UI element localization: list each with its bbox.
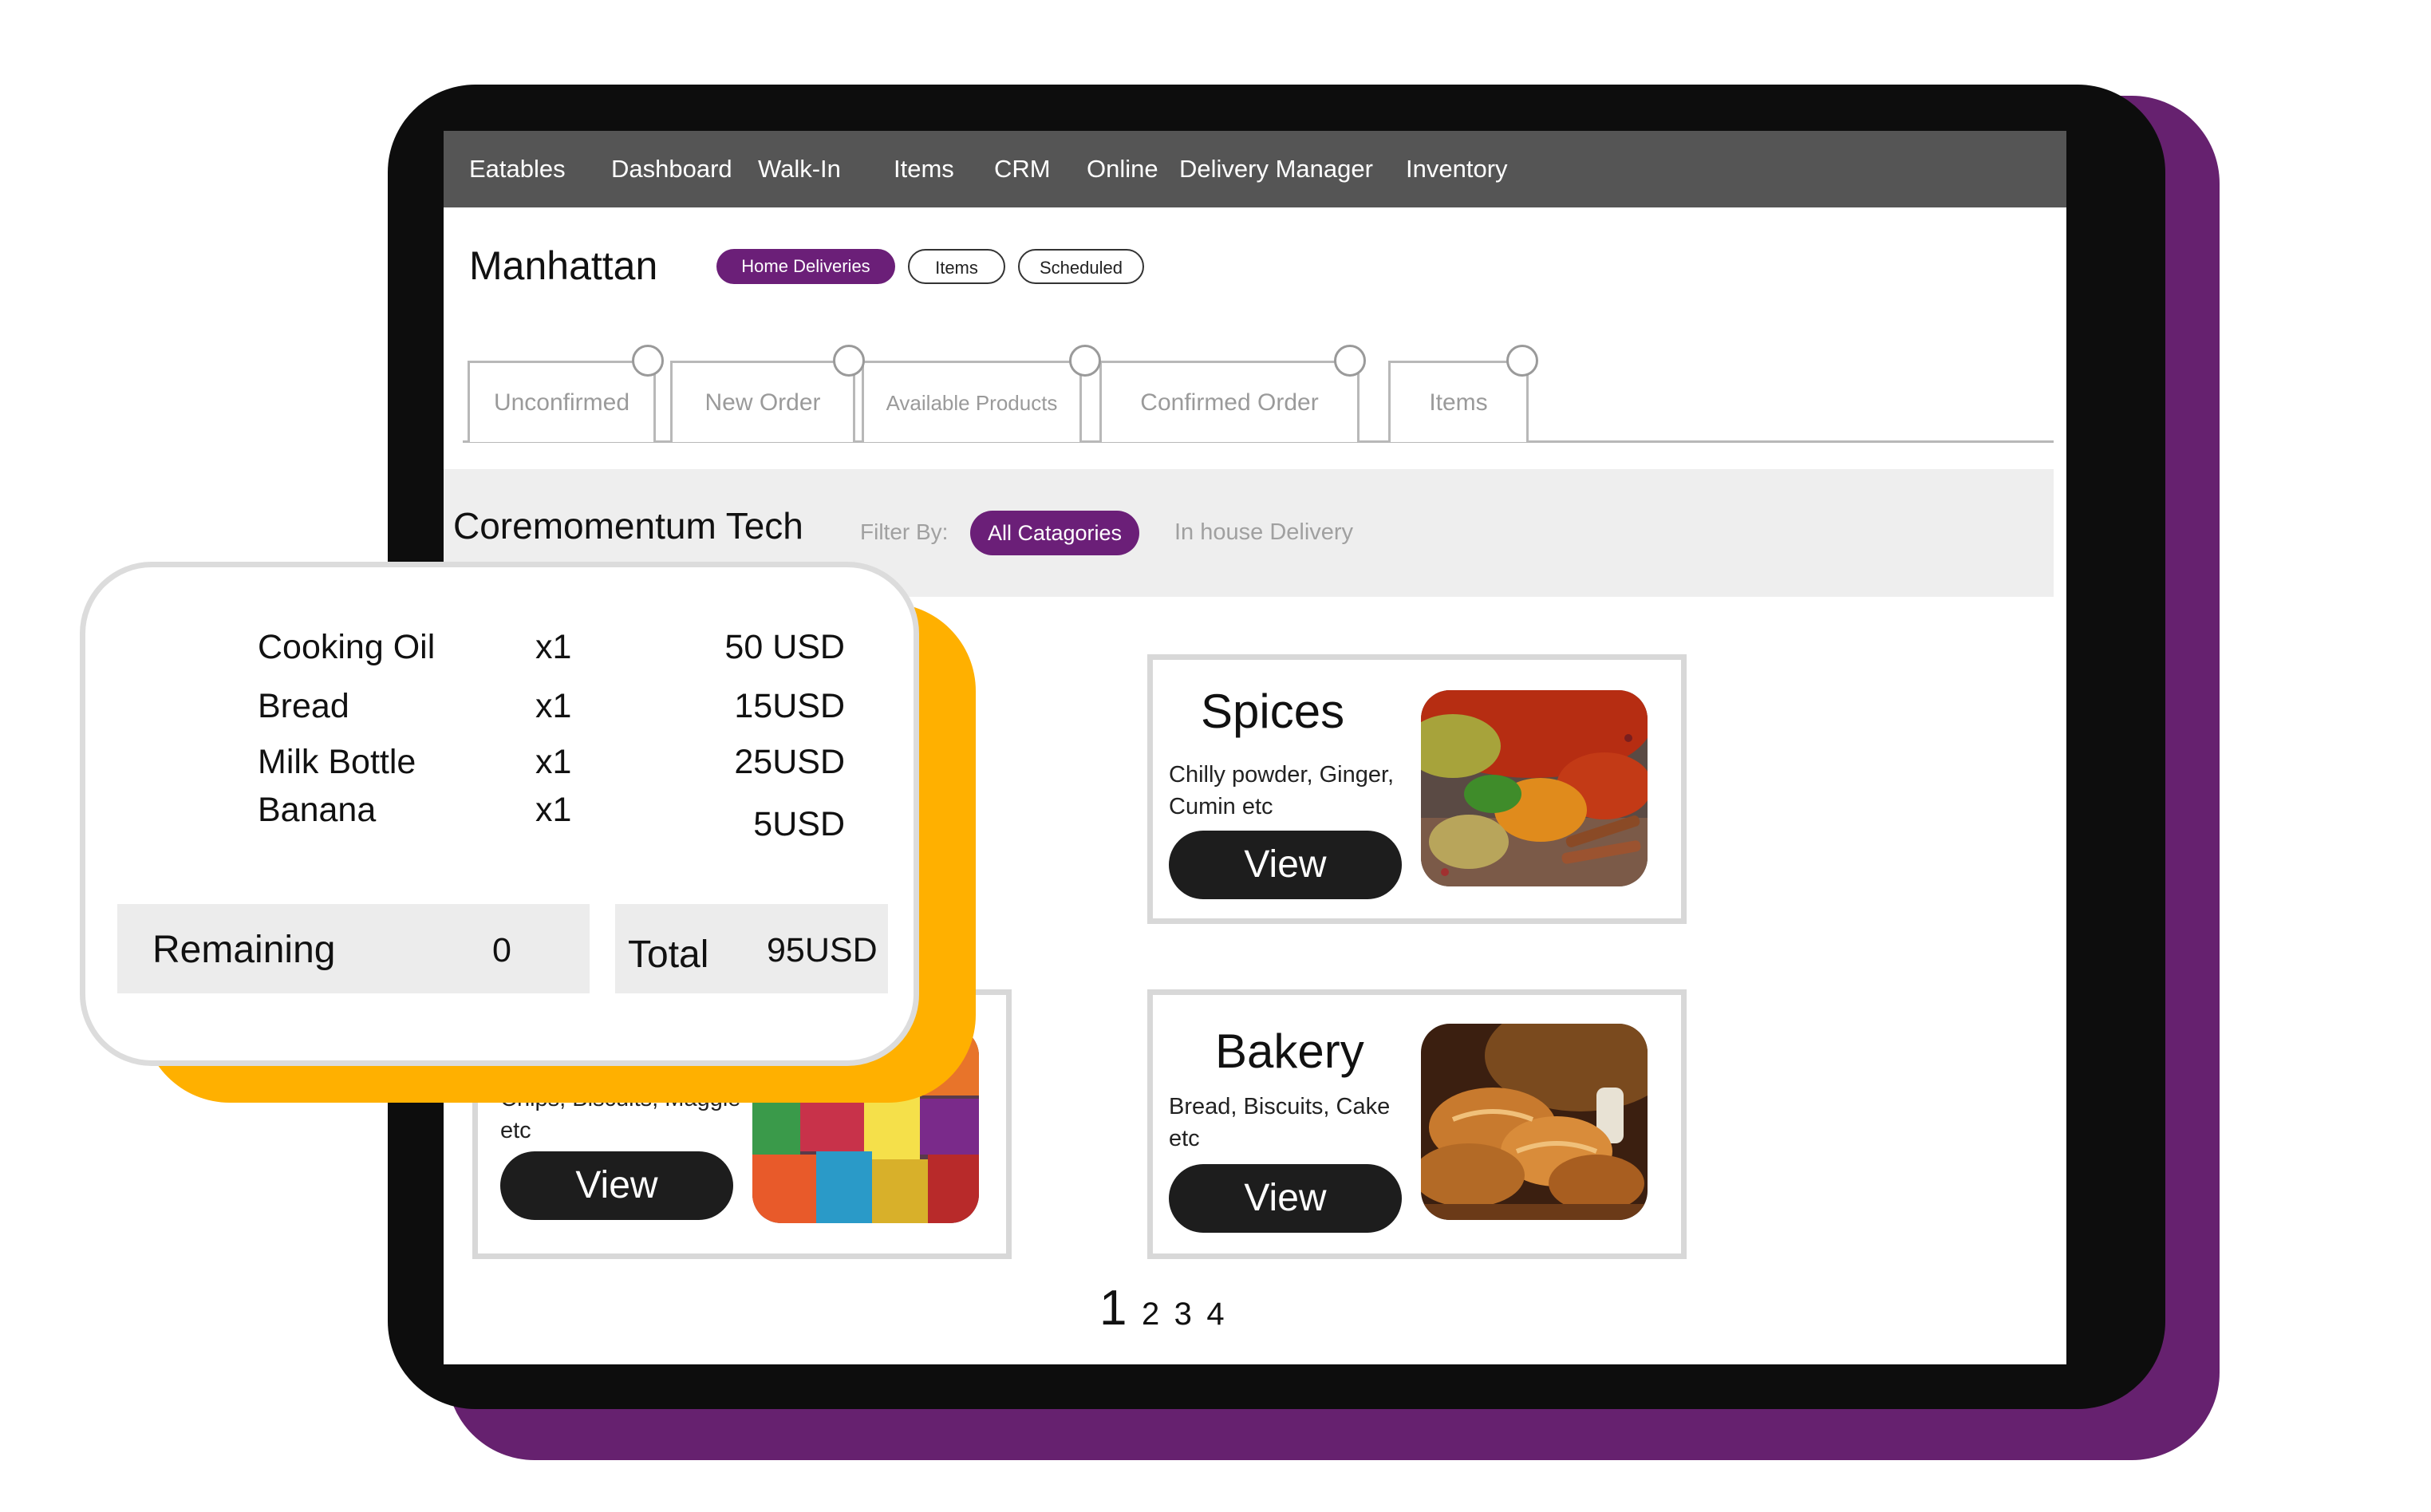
nav-item-inventory[interactable]: Inventory <box>1406 131 1508 207</box>
total-value: 95USD <box>767 931 878 969</box>
nav-item-crm[interactable]: CRM <box>994 131 1051 207</box>
tab-knob <box>1334 345 1366 377</box>
all-categories-filter[interactable]: All Catagories <box>970 511 1139 555</box>
item-qty: x1 <box>535 743 572 781</box>
item-price: 25USD <box>734 743 845 781</box>
tab-items[interactable]: Items <box>1388 361 1529 442</box>
nav-item-items[interactable]: Items <box>894 131 954 207</box>
tab-confirmed-order[interactable]: Confirmed Order <box>1099 361 1360 442</box>
bakery-image <box>1421 1024 1648 1220</box>
card-title: Bakery <box>1215 1024 1364 1078</box>
total-label: Total <box>628 934 709 976</box>
tab-knob <box>1069 345 1101 377</box>
pagination: 1 2 3 4 <box>1099 1280 1236 1336</box>
card-title: Spices <box>1201 685 1345 738</box>
item-name: Cooking Oil <box>258 628 436 666</box>
scheduled-pill[interactable]: Scheduled <box>1018 249 1144 284</box>
item-name: Bread <box>258 687 349 725</box>
spices-image <box>1421 690 1648 886</box>
category-card-spices: Spices Chilly powder, Ginger, Cumin etc … <box>1147 654 1687 924</box>
item-qty: x1 <box>535 628 572 666</box>
page-current[interactable]: 1 <box>1099 1280 1127 1336</box>
nav-item-dashboard[interactable]: Dashboard <box>611 131 732 207</box>
remaining-label: Remaining <box>152 929 336 971</box>
tab-new-order[interactable]: New Order <box>670 361 855 442</box>
item-price: 5USD <box>753 805 845 843</box>
location-title: Manhattan <box>469 243 658 288</box>
nav-item-walk-in[interactable]: Walk-In <box>758 131 841 207</box>
tab-unconfirmed[interactable]: Unconfirmed <box>468 361 656 442</box>
tab-knob <box>833 345 865 377</box>
tab-knob <box>1506 345 1538 377</box>
nav-item-eatables[interactable]: Eatables <box>469 131 566 207</box>
item-name: Milk Bottle <box>258 743 416 781</box>
item-qty: x1 <box>535 791 572 829</box>
tab-available-products[interactable]: Available Products <box>862 361 1082 442</box>
nav-item-online[interactable]: Online <box>1087 131 1158 207</box>
nav-item-delivery-manager[interactable]: Delivery Manager <box>1179 131 1373 207</box>
item-price: 15USD <box>734 687 845 725</box>
remaining-box: Remaining 0 <box>117 904 590 993</box>
view-button[interactable]: View <box>1169 831 1402 899</box>
company-name: Coremomentum Tech <box>453 505 803 547</box>
items-pill[interactable]: Items <box>908 249 1005 284</box>
item-name: Banana <box>258 791 377 829</box>
page-link[interactable]: 2 <box>1142 1297 1159 1332</box>
page-link[interactable]: 3 <box>1174 1297 1192 1332</box>
filter-label: Filter By: <box>860 519 949 544</box>
view-button[interactable]: View <box>1169 1164 1402 1233</box>
tab-knob <box>632 345 664 377</box>
page-link[interactable]: 4 <box>1206 1297 1224 1332</box>
item-price: 50 USD <box>724 628 845 666</box>
category-card-bakery: Bakery Bread, Biscuits, Cake etc View <box>1147 989 1687 1259</box>
order-summary-card: Cooking Oil x1 50 USD Bread x1 15USD Mil… <box>80 562 919 1066</box>
top-navigation: Eatables Dashboard Walk-In Items CRM Onl… <box>444 131 2066 207</box>
card-description: Bread, Biscuits, Cake etc <box>1169 1094 1391 1151</box>
in-house-delivery-filter[interactable]: In house Delivery <box>1174 519 1353 546</box>
view-button[interactable]: View <box>500 1151 733 1220</box>
total-box: Total 95USD <box>615 904 888 993</box>
card-description: Chilly powder, Ginger, Cumin etc <box>1169 762 1395 819</box>
home-deliveries-pill[interactable]: Home Deliveries <box>716 249 895 284</box>
remaining-value: 0 <box>492 931 511 969</box>
item-qty: x1 <box>535 687 572 725</box>
